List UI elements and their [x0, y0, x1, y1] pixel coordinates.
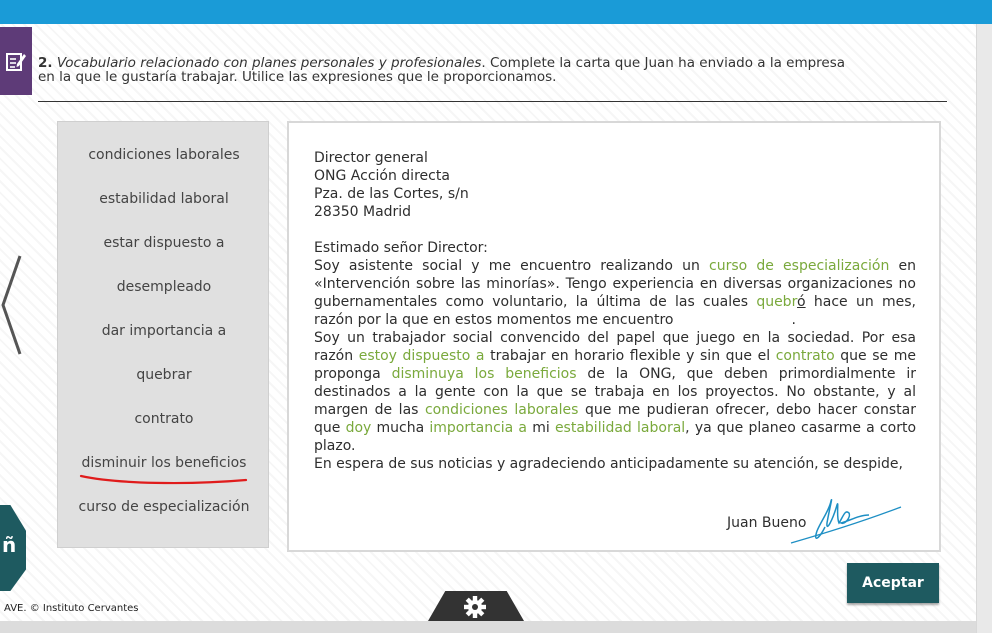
address-line: Director general [314, 150, 428, 166]
chevron-left-icon[interactable] [0, 254, 26, 356]
filled-answer[interactable]: curso de especialización [709, 258, 889, 274]
filled-answer[interactable]: estabilidad laboral [555, 420, 685, 436]
gear-icon[interactable] [462, 595, 488, 619]
letter-greeting: Estimado señor Director: [314, 240, 488, 256]
letter-closing: En espera de sus noticias y agradeciendo… [314, 456, 903, 472]
word-bank-item[interactable]: dar importancia a [58, 323, 270, 339]
word-bank-item[interactable]: contrato [58, 411, 270, 427]
word-bank-item[interactable]: estabilidad laboral [58, 191, 270, 207]
letter-paragraph-1: Soy asistente social y me encuentro real… [314, 258, 917, 328]
filled-answer[interactable]: contrato [776, 348, 835, 364]
filled-answer[interactable]: doy [346, 420, 372, 436]
spanish-tab-letter: ñ [2, 533, 17, 557]
accept-button[interactable]: Aceptar [847, 563, 939, 603]
address-line: ONG Acción directa [314, 168, 450, 184]
word-bank-item[interactable]: curso de especialización [58, 499, 270, 515]
word-bank-item[interactable]: desempleado [58, 279, 270, 295]
word-bank-item[interactable]: quebrar [58, 367, 270, 383]
letter-paragraph-2: Soy un trabajador social convencido del … [314, 330, 917, 454]
exercise-badge [0, 27, 32, 95]
word-bank-item[interactable]: estar dispuesto a [58, 235, 270, 251]
filled-answer[interactable]: condiciones laborales [425, 402, 578, 418]
bottom-bar [0, 621, 976, 633]
letter-panel: Director general ONG Acción directa Pza.… [287, 121, 941, 552]
top-bar [0, 0, 992, 24]
address-line: Pza. de las Cortes, s/n [314, 186, 469, 202]
filled-answer[interactable]: quebr [756, 294, 797, 310]
filled-answer[interactable]: disminuya los beneficios [392, 366, 577, 382]
letter-body: Director general ONG Acción directa Pza.… [314, 149, 916, 473]
scrollbar-track[interactable] [976, 24, 992, 633]
filled-answer[interactable]: importancia a [429, 420, 527, 436]
red-underline-annotation [79, 474, 248, 485]
edit-icon [6, 53, 26, 71]
address-line: 28350 Madrid [314, 204, 412, 220]
word-bank-item[interactable]: condiciones laborales [58, 147, 270, 163]
filled-answer-ending: ó [797, 294, 806, 310]
copyright-text: AVE. © Instituto Cervantes [4, 603, 139, 614]
signature-icon [790, 498, 902, 544]
filled-answer[interactable]: estoy dispuesto a [359, 348, 485, 364]
word-bank-item[interactable]: disminuir los beneficios [58, 455, 270, 471]
exercise-instruction: 2. Vocabulario relacionado con planes pe… [38, 56, 948, 84]
header-divider [38, 101, 947, 102]
instruction-line-2: en la que le gustaría trabajar. Utilice … [38, 69, 557, 85]
